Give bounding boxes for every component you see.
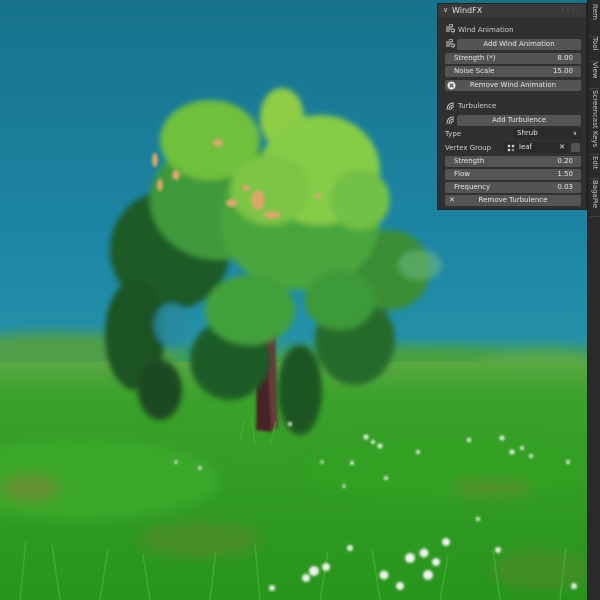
turbulence-icon <box>446 102 455 111</box>
chevron-down-icon: ∨ <box>572 130 577 137</box>
type-dropdown[interactable]: Shrub ∨ <box>513 128 581 139</box>
noise-scale-label: Noise Scale <box>454 67 495 75</box>
tab-tool-label: Tool <box>591 37 599 51</box>
turbulence-strength-field[interactable]: Strength 0.20 <box>445 156 581 167</box>
remove-circle-icon <box>447 81 456 90</box>
remove-turbulence-button[interactable]: ✕ Remove Turbulence <box>445 195 581 206</box>
turbulence-strength-value: 0.20 <box>557 157 573 165</box>
tab-edit[interactable]: Edit <box>588 156 600 179</box>
remove-turbulence-label: Remove Turbulence <box>478 196 548 204</box>
flow-label: Flow <box>454 170 470 178</box>
drag-handle-icon[interactable]: ⋮⋮⋮⋮ <box>560 6 581 13</box>
frequency-field[interactable]: Frequency 0.03 <box>445 182 581 193</box>
type-value: Shrub <box>517 129 538 137</box>
type-label: Type <box>445 130 462 138</box>
close-icon: ✕ <box>449 196 455 204</box>
panel-header[interactable]: ∨ WindFX ⋮⋮⋮⋮ <box>438 4 586 19</box>
frequency-value: 0.03 <box>557 183 573 191</box>
vertex-group-field[interactable]: leaf ✕ <box>504 142 569 153</box>
flow-field[interactable]: Flow 1.50 <box>445 169 581 180</box>
invert-checkbox[interactable] <box>571 143 580 152</box>
wind-animation-heading: Wind Animation <box>458 26 514 34</box>
wind-icon <box>446 39 455 48</box>
add-turbulence-button[interactable]: Add Turbulence <box>457 115 581 126</box>
windfx-panel: ∨ WindFX ⋮⋮⋮⋮ Wind Animation Add Wind An… <box>437 3 587 210</box>
tab-bagapie-label: BagaPie <box>591 180 599 209</box>
vertex-group-value: leaf <box>519 143 533 151</box>
turbulence-strength-label: Strength <box>454 157 485 165</box>
turbulence-icon <box>446 116 455 125</box>
sidebar-tab-strip: Item Tool View Screencast Keys Edit Baga… <box>587 0 600 600</box>
tab-item-label: Item <box>591 4 599 20</box>
flow-value: 1.50 <box>557 170 573 178</box>
remove-wind-animation-button[interactable]: Remove Wind Animation <box>445 80 581 91</box>
tab-view[interactable]: View <box>588 62 600 89</box>
wind-strength-field[interactable]: Strength (*) 8.00 <box>445 53 581 64</box>
chevron-down-icon[interactable]: ∨ <box>443 6 448 14</box>
frequency-label: Frequency <box>454 183 491 191</box>
wind-strength-value: 8.00 <box>557 54 573 62</box>
tab-edit-label: Edit <box>591 156 599 170</box>
tab-item[interactable]: Item <box>588 4 600 37</box>
clear-icon[interactable]: ✕ <box>559 142 565 153</box>
panel-title: WindFX <box>452 6 483 15</box>
vertex-group-label: Vertex Group <box>445 144 492 152</box>
noise-scale-value: 15.00 <box>552 67 573 75</box>
wind-strength-label: Strength (*) <box>454 54 496 62</box>
vertex-group-icon <box>507 144 515 152</box>
add-wind-animation-button[interactable]: Add Wind Animation <box>457 39 581 50</box>
tab-bagapie[interactable]: BagaPie <box>588 180 600 217</box>
tab-view-label: View <box>591 62 599 79</box>
noise-scale-field[interactable]: Noise Scale 15.00 <box>445 66 581 77</box>
turbulence-heading: Turbulence <box>458 102 497 110</box>
tab-screencast-keys[interactable]: Screencast Keys <box>588 90 600 155</box>
tab-screencast-keys-label: Screencast Keys <box>591 90 599 148</box>
remove-wind-animation-label: Remove Wind Animation <box>469 81 557 89</box>
tab-tool[interactable]: Tool <box>588 37 600 62</box>
wind-icon <box>446 24 455 33</box>
